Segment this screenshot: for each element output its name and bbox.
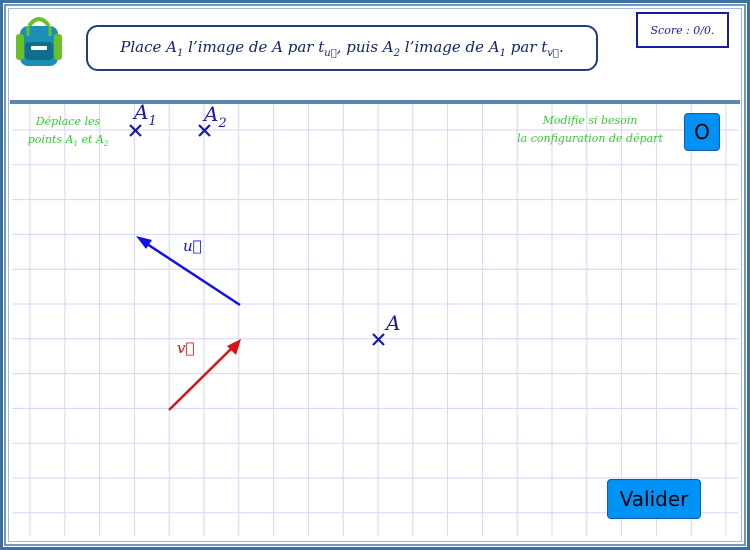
point-A-label: A bbox=[384, 311, 400, 335]
drag-points-hint: Déplace les points A1 et A2 bbox=[18, 113, 118, 153]
config-hint-line-1: Modifie si besoin bbox=[542, 114, 638, 127]
reset-config-label: O bbox=[694, 120, 710, 144]
hint-line-1: Déplace les bbox=[35, 115, 101, 128]
score-text: Score : 0/0. bbox=[650, 23, 715, 37]
point-A2-label: A2 bbox=[202, 104, 227, 131]
config-hint-line-2: la configuration de départ bbox=[517, 132, 663, 145]
grid-board: u⃗ v⃗ A A1 A2 bbox=[12, 104, 738, 536]
reset-config-button[interactable]: O bbox=[684, 113, 720, 151]
backpack-icon bbox=[16, 17, 62, 66]
vector-v-label: v⃗ bbox=[177, 339, 194, 357]
hint-line-2: points A1 et A2 bbox=[27, 133, 109, 149]
instruction-text: Place A1 l’image de A par tu⃗, puis A2 l… bbox=[120, 37, 564, 59]
modify-config-hint: Modifie si besoin la configuration de dé… bbox=[505, 112, 675, 148]
grid-lines bbox=[12, 104, 738, 536]
score-display: Score : 0/0. bbox=[636, 12, 729, 48]
instruction-box: Place A1 l’image de A par tu⃗, puis A2 l… bbox=[86, 25, 598, 71]
vector-u-label: u⃗ bbox=[183, 237, 202, 255]
submit-label: Valider bbox=[619, 487, 689, 511]
point-A1-label: A1 bbox=[132, 104, 157, 129]
submit-button[interactable]: Valider bbox=[607, 479, 701, 519]
